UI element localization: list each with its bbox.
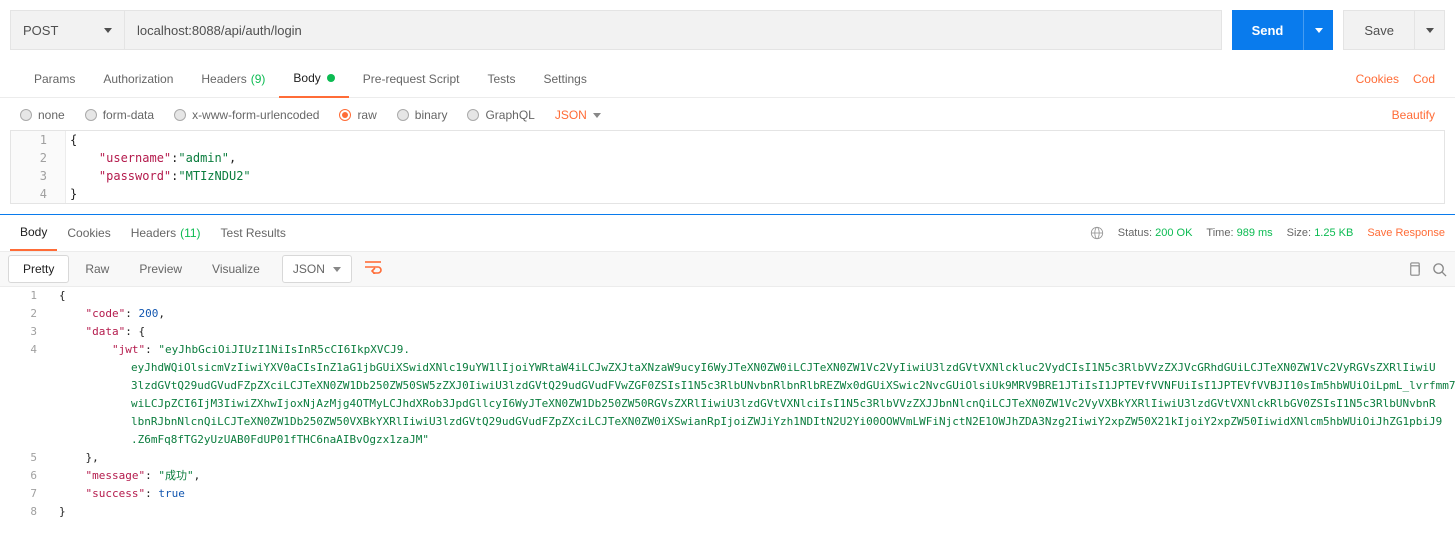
- view-visualize[interactable]: Visualize: [198, 255, 274, 283]
- wrap-lines-icon[interactable]: [364, 260, 382, 279]
- send-button[interactable]: Send: [1232, 10, 1334, 50]
- copy-icon[interactable]: [1407, 262, 1422, 277]
- caret-down-icon: [593, 113, 601, 118]
- body-type-selector: none form-data x-www-form-urlencoded raw…: [0, 98, 1455, 130]
- caret-down-icon: [333, 267, 341, 272]
- beautify-link[interactable]: Beautify: [1392, 108, 1435, 122]
- radio-icon: [397, 109, 409, 121]
- resp-tab-test-results[interactable]: Test Results: [211, 215, 296, 251]
- globe-icon[interactable]: [1090, 226, 1104, 240]
- tab-settings[interactable]: Settings: [530, 60, 601, 98]
- response-format-select[interactable]: JSON: [282, 255, 352, 283]
- status-label: Status: 200 OK: [1118, 227, 1193, 239]
- radio-form-data[interactable]: form-data: [85, 108, 154, 122]
- body-indicator-dot: [327, 74, 335, 82]
- resp-headers-count: (11): [180, 226, 200, 240]
- response-status-bar: Status: 200 OK Time: 989 ms Size: 1.25 K…: [1090, 226, 1445, 240]
- save-label: Save: [1344, 23, 1414, 38]
- radio-urlencoded[interactable]: x-www-form-urlencoded: [174, 108, 319, 122]
- radio-icon: [20, 109, 32, 121]
- view-raw[interactable]: Raw: [71, 255, 123, 283]
- http-method-label: POST: [23, 23, 58, 38]
- headers-count: (9): [251, 72, 266, 86]
- request-body-editor[interactable]: 1{ 2 "username":"admin", 3 "password":"M…: [10, 130, 1445, 204]
- size-label: Size: 1.25 KB: [1287, 227, 1354, 239]
- resp-tab-body[interactable]: Body: [10, 215, 57, 251]
- search-icon[interactable]: [1432, 262, 1447, 277]
- radio-icon: [85, 109, 97, 121]
- resp-tab-cookies[interactable]: Cookies: [57, 215, 120, 251]
- request-bar: POST Send Save: [0, 0, 1455, 60]
- response-toolbar: Pretty Raw Preview Visualize JSON: [0, 251, 1455, 287]
- tab-prerequest[interactable]: Pre-request Script: [349, 60, 474, 98]
- save-response-link[interactable]: Save Response: [1367, 227, 1445, 239]
- view-pretty[interactable]: Pretty: [8, 255, 69, 283]
- radio-binary[interactable]: binary: [397, 108, 448, 122]
- response-tabs: Body Cookies Headers (11) Test Results S…: [0, 215, 1455, 251]
- time-label: Time: 989 ms: [1206, 227, 1272, 239]
- cookies-link[interactable]: Cookies: [1356, 72, 1399, 86]
- send-label: Send: [1232, 23, 1304, 38]
- radio-graphql[interactable]: GraphQL: [467, 108, 534, 122]
- caret-down-icon: [1315, 28, 1323, 33]
- content-type-select[interactable]: JSON: [555, 108, 601, 122]
- code-link[interactable]: Cod: [1413, 72, 1435, 86]
- tab-headers[interactable]: Headers (9): [187, 60, 279, 98]
- radio-icon: [339, 109, 351, 121]
- caret-down-icon: [104, 28, 112, 33]
- view-preview[interactable]: Preview: [125, 255, 196, 283]
- send-caret[interactable]: [1303, 10, 1333, 50]
- url-input[interactable]: [125, 10, 1222, 50]
- radio-raw[interactable]: raw: [339, 108, 376, 122]
- tab-body[interactable]: Body: [279, 60, 348, 98]
- save-button[interactable]: Save: [1343, 10, 1445, 50]
- radio-icon: [174, 109, 186, 121]
- tab-params[interactable]: Params: [20, 60, 89, 98]
- tab-tests[interactable]: Tests: [473, 60, 529, 98]
- response-body-editor[interactable]: 1{ 2 "code": 200, 3 "data": { 4 "jwt": "…: [0, 287, 1455, 521]
- radio-icon: [467, 109, 479, 121]
- response-toolbar-right: [1407, 262, 1447, 277]
- radio-none[interactable]: none: [20, 108, 65, 122]
- request-tabs: Params Authorization Headers (9) Body Pr…: [0, 60, 1455, 98]
- http-method-select[interactable]: POST: [10, 10, 125, 50]
- caret-down-icon: [1426, 28, 1434, 33]
- resp-tab-headers[interactable]: Headers (11): [121, 215, 211, 251]
- request-tabs-right: Cookies Cod: [1356, 72, 1435, 86]
- tab-authorization[interactable]: Authorization: [89, 60, 187, 98]
- save-caret[interactable]: [1414, 10, 1444, 50]
